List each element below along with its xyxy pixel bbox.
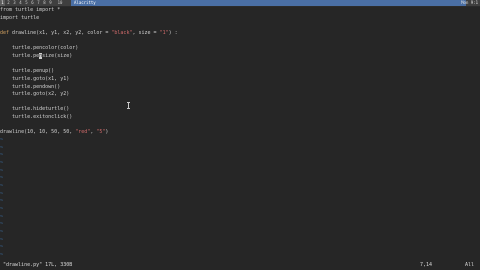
workspace-1[interactable]: 1: [0, 0, 5, 6]
workspace-7[interactable]: 7: [36, 0, 41, 6]
code-line[interactable]: turtle.hideturtle(): [0, 106, 69, 113]
empty-line-tilde: ~: [0, 190, 4, 197]
code-line[interactable]: turtle.pensize(size): [0, 52, 72, 60]
workspace-2[interactable]: 2: [6, 0, 11, 6]
empty-line-tilde: ~: [0, 152, 4, 159]
window-title[interactable]: Alacritty: [71, 0, 466, 6]
empty-line-tilde: ~: [0, 251, 4, 258]
empty-line-tilde: ~: [0, 228, 4, 235]
clock: Mon 9:1: [461, 0, 478, 5]
empty-line-tilde: ~: [0, 167, 4, 174]
mouse-ibeam-cursor: [127, 102, 130, 109]
empty-line-tilde: ~: [0, 236, 4, 243]
code-line[interactable]: turtle.goto(x1, y1): [0, 76, 69, 83]
cursor-position: 7,14: [420, 262, 433, 268]
empty-line-tilde: ~: [0, 144, 4, 151]
empty-line-tilde: ~: [0, 175, 4, 182]
scroll-position: All: [464, 262, 474, 268]
code-line[interactable]: turtle.goto(x2, y2): [0, 91, 69, 98]
code-line[interactable]: turtle.penup(): [0, 68, 54, 75]
empty-line-tilde: ~: [0, 213, 4, 220]
vim-editor[interactable]: from turtle import * import turtle def dra…: [0, 7, 480, 261]
code-line[interactable]: turtle.exitonclick(): [0, 114, 72, 121]
workspace-9[interactable]: 9: [48, 0, 53, 6]
workspace-4[interactable]: 4: [18, 0, 23, 6]
empty-line-tilde: ~: [0, 198, 4, 205]
workspace-5[interactable]: 5: [24, 0, 29, 6]
empty-line-tilde: ~: [0, 160, 4, 166]
workspace-6[interactable]: 6: [30, 0, 35, 6]
empty-line-tilde: ~: [0, 205, 4, 212]
file-info: "drawline.py" 17L, 330B: [3, 262, 73, 268]
code-line[interactable]: turtle.pendown(): [0, 84, 60, 91]
code-line[interactable]: def drawline(x1, y1, x2, y2, color = "bl…: [0, 30, 178, 37]
empty-line-tilde: ~: [0, 182, 4, 189]
empty-line-tilde: ~: [0, 244, 4, 251]
workspace-3[interactable]: 3: [12, 0, 17, 6]
workspace-8[interactable]: 8: [42, 0, 47, 6]
code-line[interactable]: from turtle import *: [0, 7, 60, 14]
top-panel: 1 2 3 4 5 6 7 8 9 10 Alacritty Mon 9:1: [0, 0, 480, 6]
workspace-10[interactable]: 10: [56, 0, 64, 6]
empty-line-tilde: ~: [0, 137, 4, 144]
code-line[interactable]: turtle.pencolor(color): [0, 45, 78, 52]
empty-line-tilde: ~: [0, 221, 4, 228]
code-line[interactable]: drawline(10, 10, 50, 50, "red", "5"): [0, 129, 108, 136]
status-line: "drawline.py" 17L, 330B 7,14 All: [0, 261, 480, 270]
code-line[interactable]: import turtle: [0, 15, 39, 22]
